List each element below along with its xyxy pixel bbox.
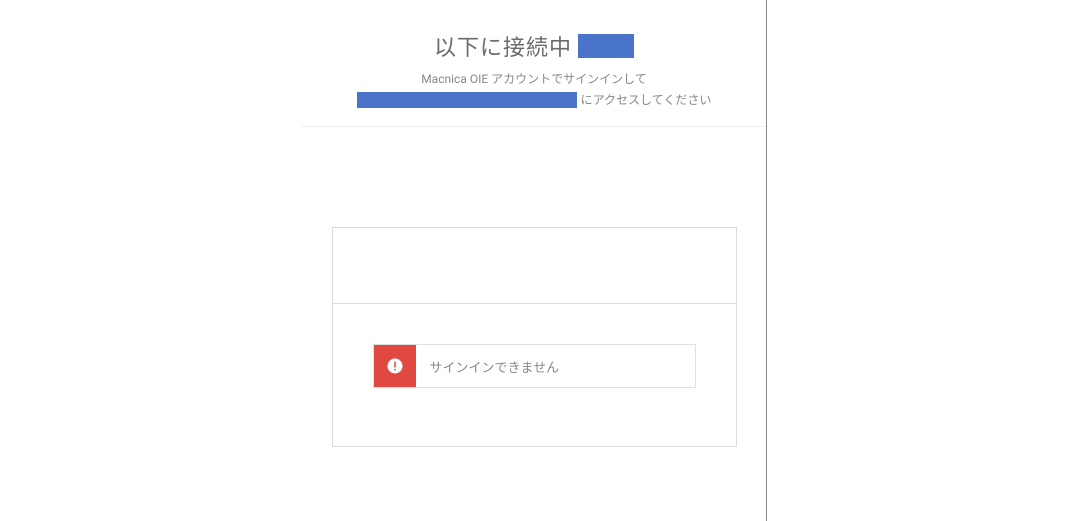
header-section: 以下に接続中 Macnica OIE アカウントでサインインして にアクセスして… bbox=[302, 0, 766, 127]
title-row: 以下に接続中 bbox=[322, 30, 746, 62]
panel-top-section bbox=[333, 228, 736, 304]
error-icon bbox=[374, 345, 416, 387]
subtitle-suffix: にアクセスしてください bbox=[581, 91, 712, 108]
signin-container: 以下に接続中 Macnica OIE アカウントでサインインして にアクセスして… bbox=[302, 0, 767, 521]
subtitle-line-2: にアクセスしてください bbox=[322, 91, 746, 108]
signin-form-panel: サインインできません bbox=[332, 227, 737, 447]
error-message-text: サインインできません bbox=[416, 345, 695, 387]
redacted-app-name bbox=[578, 34, 634, 58]
subtitle-line-1: Macnica OIE アカウントでサインインして bbox=[322, 70, 746, 87]
page-title: 以下に接続中 bbox=[434, 30, 572, 62]
error-message-box: サインインできません bbox=[373, 344, 696, 388]
panel-body-section: サインインできません bbox=[333, 304, 736, 446]
redacted-url bbox=[357, 92, 577, 108]
